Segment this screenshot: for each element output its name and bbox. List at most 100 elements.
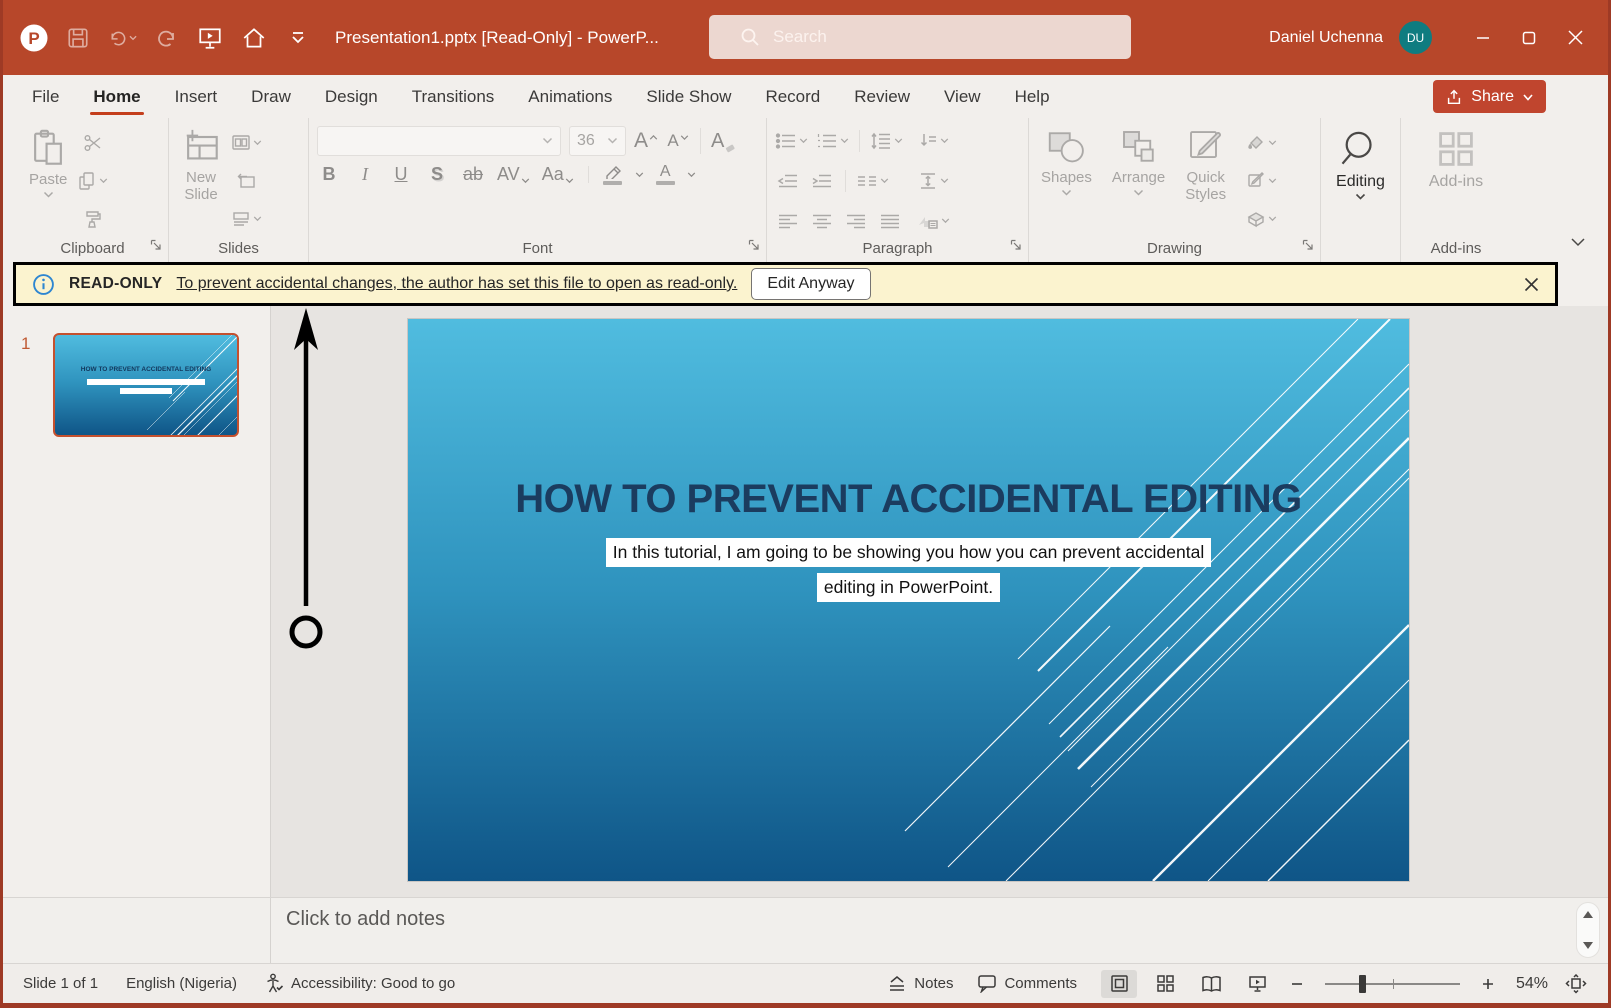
clipboard-dialog-launcher-icon[interactable]	[150, 238, 162, 256]
justify-button[interactable]	[877, 208, 903, 234]
zoom-slider[interactable]	[1325, 983, 1460, 985]
character-spacing-button[interactable]: AV	[497, 164, 530, 185]
zoom-slider-handle[interactable]	[1359, 975, 1366, 993]
shapes-button[interactable]: Shapes	[1037, 126, 1096, 236]
save-icon[interactable]	[63, 23, 93, 53]
slide-thumbnail[interactable]: HOW TO PREVENT ACCIDENTAL EDITING	[53, 333, 239, 437]
convert-to-smartart-button[interactable]	[917, 208, 950, 234]
align-center-button[interactable]	[809, 208, 835, 234]
notes-placeholder[interactable]: Click to add notes	[286, 908, 445, 931]
tab-transitions[interactable]: Transitions	[395, 75, 512, 118]
edit-anyway-button[interactable]: Edit Anyway	[751, 268, 870, 300]
change-case-button[interactable]: Aa	[542, 164, 574, 185]
accessibility-status[interactable]: Accessibility: Good to go	[265, 973, 455, 994]
slide-sorter-view-button[interactable]	[1147, 970, 1183, 998]
scroll-down-icon[interactable]	[1582, 941, 1594, 950]
underline-button[interactable]: U	[389, 164, 413, 185]
text-direction-button[interactable]	[917, 128, 950, 154]
powerpoint-logo-icon[interactable]: P	[19, 23, 49, 53]
slide-layout-icon[interactable]	[231, 130, 262, 156]
normal-view-button[interactable]	[1101, 970, 1137, 998]
editing-button[interactable]: Editing	[1332, 126, 1389, 236]
zoom-out-button[interactable]	[1285, 970, 1309, 998]
font-name-combo[interactable]	[317, 126, 561, 156]
tab-help[interactable]: Help	[998, 75, 1067, 118]
reading-view-button[interactable]	[1193, 970, 1229, 998]
share-button[interactable]: Share	[1433, 80, 1546, 113]
redo-icon[interactable]	[151, 23, 181, 53]
search-box[interactable]	[709, 15, 1131, 59]
customize-toolbar-icon[interactable]	[283, 23, 313, 53]
slide[interactable]: HOW TO PREVENT ACCIDENTAL EDITING In thi…	[408, 319, 1409, 881]
notes-scrollbar[interactable]	[1576, 902, 1600, 958]
bold-button[interactable]: B	[317, 164, 341, 185]
collapse-ribbon-icon[interactable]	[1570, 234, 1586, 252]
minimize-button[interactable]	[1460, 0, 1506, 75]
shape-effects-button[interactable]	[1246, 206, 1277, 232]
font-color-button[interactable]: A	[656, 165, 675, 185]
banner-close-icon[interactable]	[1524, 277, 1539, 292]
numbering-button[interactable]	[816, 128, 849, 154]
format-painter-icon[interactable]	[77, 206, 108, 232]
fit-to-window-icon[interactable]	[1558, 970, 1594, 998]
tab-record[interactable]: Record	[748, 75, 837, 118]
user-name[interactable]: Daniel Uchenna	[1269, 29, 1383, 47]
text-shadow-button[interactable]: S	[425, 164, 449, 185]
font-dialog-launcher-icon[interactable]	[748, 238, 760, 256]
start-slideshow-icon[interactable]	[195, 23, 225, 53]
italic-button[interactable]: I	[353, 164, 377, 185]
highlight-color-button[interactable]	[603, 165, 623, 185]
tab-home[interactable]: Home	[76, 75, 157, 118]
increase-indent-button[interactable]	[809, 168, 835, 194]
slide-title[interactable]: HOW TO PREVENT ACCIDENTAL EDITING	[408, 477, 1409, 522]
section-icon[interactable]	[231, 206, 262, 232]
avatar[interactable]: DU	[1399, 21, 1432, 54]
paragraph-dialog-launcher-icon[interactable]	[1010, 238, 1022, 256]
decrease-indent-button[interactable]	[775, 168, 801, 194]
addins-button[interactable]: Add-ins	[1425, 126, 1487, 236]
slide-subtitle[interactable]: In this tutorial, I am going to be showi…	[408, 535, 1409, 605]
close-button[interactable]	[1552, 0, 1598, 75]
zoom-in-button[interactable]	[1476, 970, 1500, 998]
tab-draw[interactable]: Draw	[234, 75, 308, 118]
undo-icon[interactable]	[107, 23, 137, 53]
notes-toggle-button[interactable]: Notes	[887, 975, 953, 993]
align-right-button[interactable]	[843, 208, 869, 234]
tab-file[interactable]: File	[15, 75, 76, 118]
chevron-down-icon[interactable]	[687, 171, 696, 179]
home-icon[interactable]	[239, 23, 269, 53]
readonly-message-link[interactable]: To prevent accidental changes, the autho…	[176, 275, 737, 293]
maximize-button[interactable]	[1506, 0, 1552, 75]
tab-insert[interactable]: Insert	[158, 75, 235, 118]
strikethrough-button[interactable]: ab	[461, 164, 485, 185]
tab-animations[interactable]: Animations	[511, 75, 629, 118]
drawing-dialog-launcher-icon[interactable]	[1302, 238, 1314, 256]
increase-font-size-button[interactable]: A	[634, 129, 658, 153]
arrange-button[interactable]: Arrange	[1108, 126, 1169, 236]
quick-styles-button[interactable]: Quick Styles	[1181, 126, 1230, 236]
slide-show-button[interactable]	[1239, 970, 1275, 998]
tab-slide-show[interactable]: Slide Show	[629, 75, 748, 118]
language-indicator[interactable]: English (Nigeria)	[126, 975, 237, 992]
align-text-button[interactable]	[917, 168, 950, 194]
slide-indicator[interactable]: Slide 1 of 1	[23, 975, 98, 992]
tab-review[interactable]: Review	[837, 75, 927, 118]
zoom-level[interactable]: 54%	[1510, 975, 1548, 993]
clear-formatting-button[interactable]: A	[711, 130, 735, 153]
font-size-combo[interactable]: 36	[569, 126, 626, 156]
shape-fill-button[interactable]	[1246, 130, 1277, 156]
comments-button[interactable]: Comments	[977, 974, 1077, 993]
reset-slide-icon[interactable]	[231, 168, 262, 194]
align-left-button[interactable]	[775, 208, 801, 234]
new-slide-button[interactable]: New Slide	[177, 126, 225, 236]
paste-button[interactable]: Paste	[25, 126, 71, 236]
bullets-button[interactable]	[775, 128, 808, 154]
chevron-down-icon[interactable]	[635, 171, 644, 179]
tab-design[interactable]: Design	[308, 75, 395, 118]
line-spacing-button[interactable]	[870, 128, 903, 154]
copy-icon[interactable]	[77, 168, 108, 194]
decrease-font-size-button[interactable]: A	[666, 131, 690, 151]
shape-outline-button[interactable]	[1246, 168, 1277, 194]
columns-button[interactable]	[856, 168, 889, 194]
cut-icon[interactable]	[77, 130, 108, 156]
